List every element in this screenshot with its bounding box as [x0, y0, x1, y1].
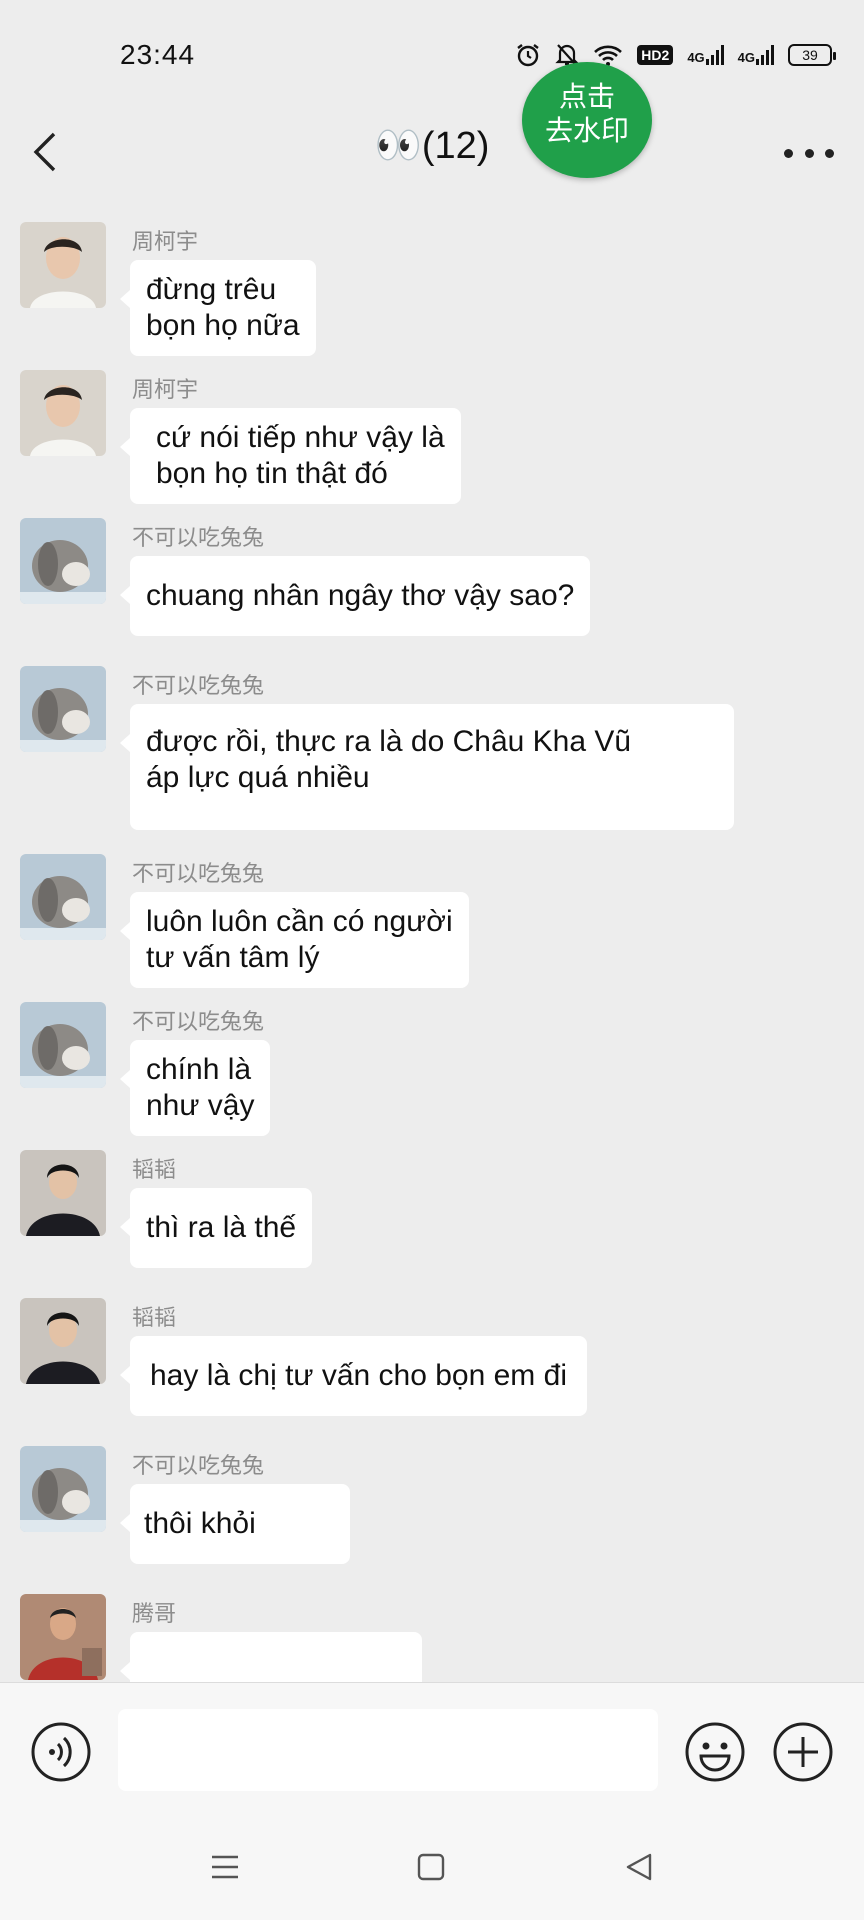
- sender-name: 不可以吃兔兔: [132, 862, 265, 887]
- signal-1-icon: 4G: [687, 45, 724, 65]
- message-bubble[interactable]: chính là như vậy: [119, 1040, 271, 1136]
- message-bubble[interactable]: [120, 1632, 422, 1682]
- message-input[interactable]: [118, 1709, 658, 1791]
- hd-badge: HD2: [637, 45, 674, 65]
- message-bubble[interactable]: đừng trêu bọn họ nữa: [120, 260, 316, 356]
- more-dot: [825, 148, 834, 158]
- watermark-line-2: 去水印: [544, 114, 629, 147]
- message-bubble[interactable]: thì ra là thế: [119, 1188, 313, 1268]
- avatar[interactable]: [20, 1002, 106, 1088]
- emoji-icon: [685, 1722, 745, 1782]
- avatar[interactable]: [20, 222, 106, 308]
- message-bubble[interactable]: thôi khỏi: [120, 1484, 350, 1564]
- nav-menu-button[interactable]: [200, 1842, 250, 1892]
- home-square-icon: [417, 1853, 445, 1881]
- message-bubble[interactable]: được rồi, thực ra là do Châu Kha Vũ áp l…: [120, 704, 734, 830]
- system-nav-bar: [0, 1812, 864, 1920]
- avatar[interactable]: [20, 1594, 106, 1680]
- voice-button[interactable]: [30, 1721, 92, 1783]
- sender-name: 韬韬: [132, 1306, 177, 1331]
- battery-icon: 39: [788, 44, 836, 66]
- nav-back-button[interactable]: [614, 1842, 664, 1892]
- signal-2-icon: 4G: [738, 45, 774, 65]
- avatar[interactable]: [20, 1150, 106, 1236]
- plus-circle-icon: [773, 1722, 833, 1782]
- input-bar: [0, 1682, 864, 1812]
- more-dot: [784, 148, 793, 158]
- sender-name: 不可以吃兔兔: [132, 1010, 265, 1035]
- avatar[interactable]: [20, 1298, 106, 1384]
- nav-home-button[interactable]: [406, 1842, 456, 1892]
- message-bubble[interactable]: luôn luôn cần có người tư vấn tâm lý: [120, 892, 469, 988]
- message-bubble[interactable]: chuang nhân ngây thơ vậy sao?: [119, 556, 591, 636]
- message-bubble[interactable]: hay là chị tư vấn cho bọn em đi: [120, 1336, 587, 1416]
- more-dot: [804, 148, 814, 158]
- sender-name: 韬韬: [132, 1158, 177, 1183]
- sender-name: 腾哥: [132, 1602, 177, 1627]
- alarm-icon: [515, 42, 541, 68]
- network-type-2: 4G: [737, 50, 755, 65]
- avatar[interactable]: [20, 854, 106, 940]
- chat-title: 👀(12): [374, 125, 490, 167]
- remove-watermark-button[interactable]: 点击 去水印: [522, 62, 652, 178]
- sender-name: 不可以吃兔兔: [132, 674, 265, 699]
- avatar[interactable]: [20, 666, 106, 752]
- voice-icon: [31, 1722, 91, 1782]
- avatar[interactable]: [20, 1446, 106, 1532]
- emoji-button[interactable]: [684, 1721, 746, 1783]
- message-bubble[interactable]: cứ nói tiếp như vậy là bọn họ tin thật đ…: [120, 408, 461, 504]
- sender-name: 周柯宇: [132, 230, 199, 255]
- avatar[interactable]: [20, 518, 106, 604]
- sender-name: 不可以吃兔兔: [132, 526, 265, 551]
- sender-name: 周柯宇: [132, 378, 199, 403]
- avatar[interactable]: [20, 370, 106, 456]
- battery-level: 39: [802, 47, 818, 63]
- message-list[interactable]: 周柯宇 đừng trêu bọn họ nữa 周柯宇 cứ nói tiếp…: [0, 210, 864, 1682]
- chat-header: 👀(12): [0, 110, 864, 210]
- sender-name: 不可以吃兔兔: [132, 1454, 265, 1479]
- watermark-line-1: 点击: [558, 80, 615, 113]
- menu-icon: [212, 1855, 238, 1879]
- status-bar: 23:44 HD2 4G 4G 39: [0, 0, 864, 110]
- network-type-1: 4G: [687, 50, 705, 65]
- status-icons: HD2 4G 4G 39: [515, 42, 836, 68]
- more-button[interactable]: [784, 138, 834, 168]
- plus-button[interactable]: [772, 1721, 834, 1783]
- status-time: 23:44: [120, 39, 196, 70]
- triangle-back-icon: [626, 1853, 652, 1881]
